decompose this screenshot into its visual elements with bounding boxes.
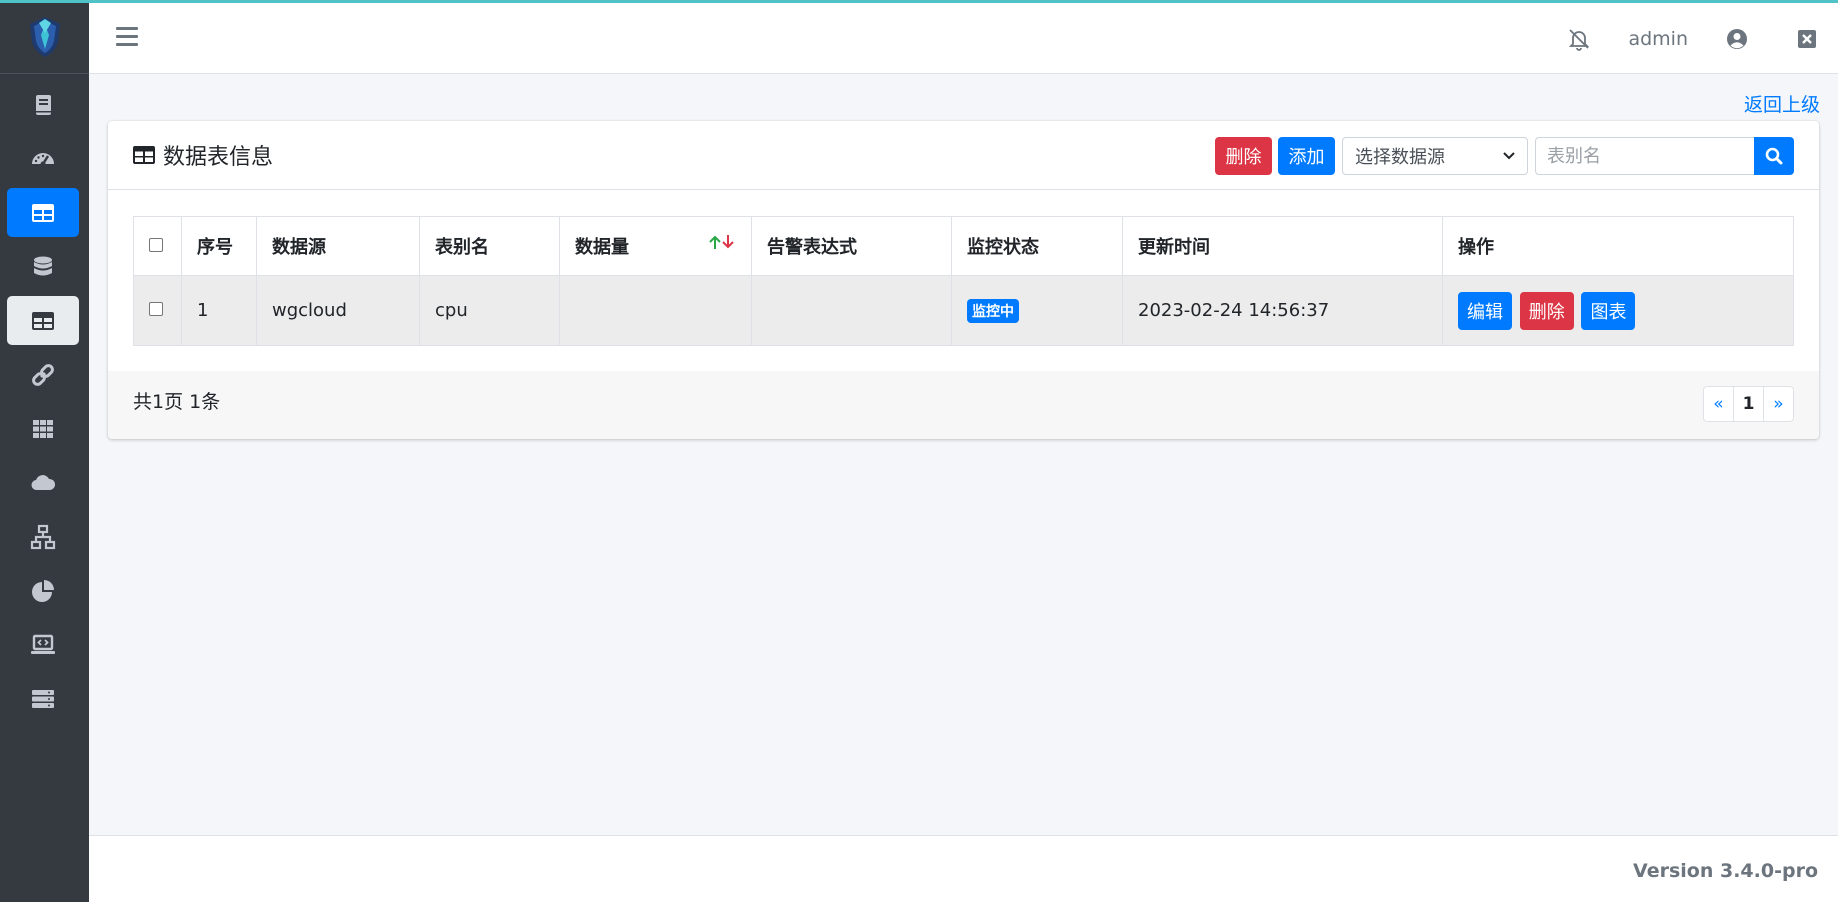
search-icon bbox=[1765, 147, 1783, 165]
sidebar-item-link[interactable] bbox=[7, 350, 79, 399]
col-status: 监控状态 bbox=[951, 216, 1123, 276]
col-datasource: 数据源 bbox=[256, 216, 420, 276]
user-circle-icon[interactable] bbox=[1724, 26, 1750, 52]
cell-count bbox=[559, 275, 752, 346]
delete-button[interactable]: 删除 bbox=[1215, 137, 1272, 175]
sidebar-item-laptop[interactable] bbox=[7, 620, 79, 669]
sidebar-item-dashboard[interactable] bbox=[7, 134, 79, 183]
table-info-card: 数据表信息 删除 添加 选择数据源 序号 数据源 bbox=[108, 121, 1819, 439]
card-title-text: 数据表信息 bbox=[163, 145, 274, 170]
network-icon bbox=[30, 524, 56, 549]
search-button[interactable] bbox=[1754, 137, 1794, 175]
sort-icon[interactable] bbox=[708, 233, 736, 251]
pagination: « 1 » bbox=[1703, 386, 1794, 422]
row-delete-button[interactable]: 删除 bbox=[1519, 291, 1574, 330]
top-accent-line bbox=[0, 0, 1838, 3]
search-input[interactable] bbox=[1535, 137, 1754, 175]
close-window-icon[interactable] bbox=[1794, 26, 1820, 52]
col-count[interactable]: 数据量 bbox=[559, 216, 752, 276]
sidebar-item-report[interactable] bbox=[7, 566, 79, 615]
col-alias: 表别名 bbox=[419, 216, 560, 276]
book-icon bbox=[36, 94, 51, 115]
datasource-select[interactable]: 选择数据源 bbox=[1342, 137, 1528, 175]
table-header-row: 序号 数据源 表别名 数据量 告警表达式 监控状态 更新时间 操作 bbox=[133, 216, 1794, 276]
grid-icon bbox=[33, 419, 53, 438]
select-all-checkbox[interactable] bbox=[149, 237, 163, 252]
card-header: 数据表信息 删除 添加 选择数据源 bbox=[108, 121, 1819, 190]
next-page-link[interactable]: » bbox=[1763, 386, 1794, 422]
cell-actions: 编辑 删除 图表 bbox=[1442, 275, 1794, 346]
table-row: 1 wgcloud cpu 监控中 2023-02-24 14:56:37 编辑… bbox=[133, 275, 1794, 346]
username-link[interactable]: admin bbox=[1628, 28, 1688, 50]
select-all-cell bbox=[133, 216, 182, 276]
link-icon bbox=[32, 363, 54, 386]
sidebar-item-book[interactable] bbox=[7, 80, 79, 129]
table-icon bbox=[133, 146, 155, 164]
page-info: 共1页 1条 bbox=[133, 391, 221, 413]
cloud-icon bbox=[31, 474, 56, 490]
server-icon bbox=[32, 689, 54, 708]
data-table: 序号 数据源 表别名 数据量 告警表达式 监控状态 更新时间 操作 1 wgcl… bbox=[133, 216, 1794, 346]
card-tools: 删除 添加 选择数据源 bbox=[1215, 137, 1794, 175]
card-footer: 共1页 1条 « 1 » bbox=[108, 371, 1819, 439]
sidebar-item-tables[interactable] bbox=[7, 188, 79, 237]
database-icon bbox=[34, 256, 52, 275]
shield-logo-icon bbox=[29, 16, 60, 57]
sidebar-item-database[interactable] bbox=[7, 242, 79, 291]
sidebar-item-grid[interactable] bbox=[7, 404, 79, 453]
status-badge: 监控中 bbox=[967, 298, 1019, 323]
brand[interactable] bbox=[0, 0, 89, 74]
sidebar-item-network[interactable] bbox=[7, 512, 79, 561]
col-alert-expr: 告警表达式 bbox=[751, 216, 952, 276]
search-group bbox=[1535, 137, 1794, 175]
chart-button[interactable]: 图表 bbox=[1581, 291, 1636, 330]
sidebar-item-cloud[interactable] bbox=[7, 458, 79, 507]
datasource-select-value: 选择数据源 bbox=[1355, 147, 1445, 168]
cell-datasource: wgcloud bbox=[256, 275, 420, 346]
page-footer: Version 3.4.0-pro bbox=[89, 835, 1838, 902]
cell-updated: 2023-02-24 14:56:37 bbox=[1122, 275, 1443, 346]
cell-alias: cpu bbox=[419, 275, 560, 346]
row-select-cell bbox=[133, 275, 182, 346]
bell-slash-icon[interactable] bbox=[1566, 26, 1592, 52]
chevron-down-icon bbox=[1503, 152, 1515, 160]
col-index: 序号 bbox=[181, 216, 257, 276]
back-link[interactable]: 返回上级 bbox=[1744, 90, 1820, 117]
cell-index: 1 bbox=[181, 275, 257, 346]
speedometer-icon bbox=[32, 152, 54, 166]
sidebar-item-table-info[interactable] bbox=[7, 296, 79, 345]
pie-chart-icon bbox=[32, 579, 54, 602]
table-icon bbox=[32, 203, 54, 222]
card-title: 数据表信息 bbox=[133, 139, 273, 171]
top-navbar: admin bbox=[89, 3, 1838, 74]
col-actions: 操作 bbox=[1442, 216, 1794, 276]
sidebar bbox=[0, 0, 89, 902]
cell-alert-expr bbox=[751, 275, 952, 346]
cell-status: 监控中 bbox=[951, 275, 1123, 346]
menu-toggle-icon[interactable] bbox=[116, 27, 138, 49]
sidebar-item-server[interactable] bbox=[7, 674, 79, 723]
add-button[interactable]: 添加 bbox=[1278, 137, 1335, 175]
col-count-label: 数据量 bbox=[575, 237, 629, 258]
row-checkbox[interactable] bbox=[149, 302, 163, 316]
current-page-link[interactable]: 1 bbox=[1733, 386, 1764, 422]
version-text: Version 3.4.0-pro bbox=[1633, 860, 1818, 882]
col-updated: 更新时间 bbox=[1122, 216, 1443, 276]
data-table-wrap: 序号 数据源 表别名 数据量 告警表达式 监控状态 更新时间 操作 1 wgcl… bbox=[133, 216, 1794, 346]
table-icon bbox=[32, 311, 54, 330]
laptop-code-icon bbox=[31, 634, 55, 654]
sidebar-nav bbox=[0, 74, 89, 723]
edit-button[interactable]: 编辑 bbox=[1458, 291, 1512, 330]
prev-page-link[interactable]: « bbox=[1703, 386, 1734, 422]
